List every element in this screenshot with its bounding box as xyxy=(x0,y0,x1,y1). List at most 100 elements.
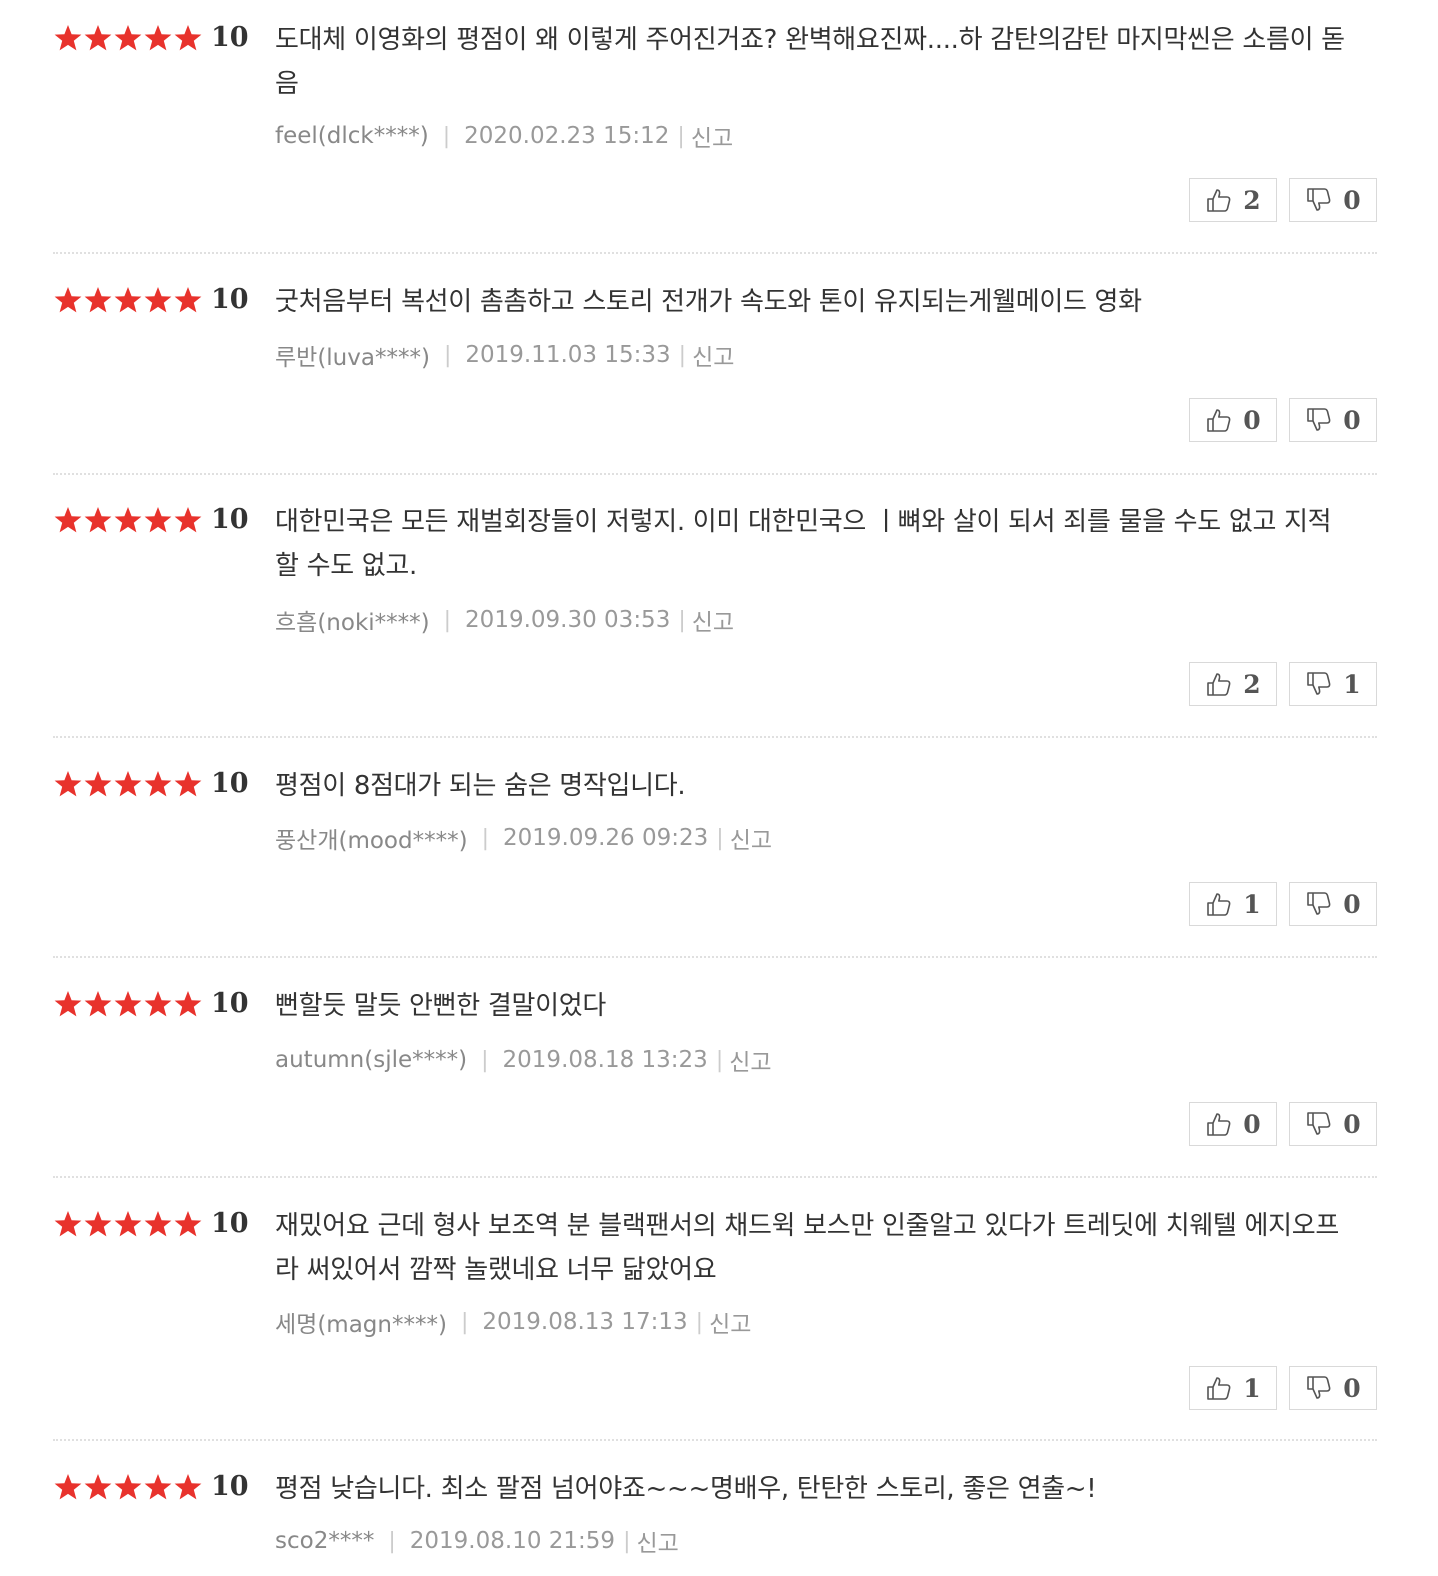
like-button[interactable]: 0 xyxy=(1189,398,1277,442)
review-author: 세명(magn****) xyxy=(275,1312,447,1338)
thumbs-down-icon xyxy=(1305,186,1333,214)
thumbs-up-icon xyxy=(1205,890,1233,918)
star-icon xyxy=(83,989,113,1019)
meta-separator: | xyxy=(695,1309,704,1335)
meta-separator: | xyxy=(677,123,685,149)
report-link[interactable]: 신고 xyxy=(636,1524,678,1558)
review-item: 10 도대체 이영화의 평점이 왜 이렇게 주어진거죠? 완벽해요진짜....하… xyxy=(53,18,1377,248)
thumbs-down-icon xyxy=(1305,890,1333,918)
star-icon xyxy=(53,1209,83,1239)
star-icon xyxy=(53,989,83,1019)
dislike-button[interactable]: 0 xyxy=(1289,398,1377,442)
star-rating xyxy=(53,1209,203,1239)
meta-separator: | xyxy=(443,607,452,633)
review-item: 10 평점 낮습니다. 최소 팔점 넘어야죠~~~명배우, 탄탄한 스토리, 좋… xyxy=(53,1467,1377,1576)
vote-group: 1 0 xyxy=(1189,882,1377,926)
vote-group: 2 0 xyxy=(1189,178,1377,222)
review-item: 10 뻔할듯 말듯 안뻔한 결말이었다 autumn(sjle****) | 2… xyxy=(53,984,1377,1154)
star-icon xyxy=(173,505,203,535)
dislike-button[interactable]: 1 xyxy=(1289,662,1377,706)
review-author: autumn(sjle****) xyxy=(275,1047,468,1073)
rating: 10 xyxy=(53,500,249,540)
report-link[interactable]: 신고 xyxy=(709,1305,751,1339)
meta-separator: | xyxy=(623,1528,631,1554)
thumbs-up-icon xyxy=(1205,186,1233,214)
rating: 10 xyxy=(53,984,249,1024)
rating: 10 xyxy=(53,18,249,58)
meta-separator: | xyxy=(388,1528,396,1554)
report-link[interactable]: 신고 xyxy=(692,338,734,372)
dislike-count: 1 xyxy=(1343,669,1361,699)
report-link[interactable]: 신고 xyxy=(691,119,733,153)
star-icon xyxy=(173,769,203,799)
report-link[interactable]: 신고 xyxy=(730,821,772,855)
review-author: 루반(luva****) xyxy=(275,345,430,371)
dislike-count: 0 xyxy=(1343,405,1361,435)
star-icon xyxy=(83,1472,113,1502)
dislike-button[interactable]: 0 xyxy=(1289,178,1377,222)
star-rating xyxy=(53,989,203,1019)
rating-score: 10 xyxy=(211,504,249,535)
dislike-button[interactable]: 0 xyxy=(1289,1366,1377,1410)
like-count: 2 xyxy=(1243,185,1261,215)
thumbs-down-icon xyxy=(1305,406,1333,434)
star-icon xyxy=(113,769,143,799)
review-author: 풍산개(mood****) xyxy=(275,828,468,854)
review-author: feel(dlck****) xyxy=(275,123,429,149)
like-count: 1 xyxy=(1243,1373,1261,1403)
report-link[interactable]: 신고 xyxy=(729,1043,771,1077)
star-icon xyxy=(83,23,113,53)
thumbs-up-icon xyxy=(1205,670,1233,698)
star-icon xyxy=(83,505,113,535)
like-button[interactable]: 0 xyxy=(1189,1102,1277,1146)
star-icon xyxy=(143,505,173,535)
star-icon xyxy=(113,1209,143,1239)
rating-score: 10 xyxy=(211,1471,249,1502)
review-text: 평점 낮습니다. 최소 팔점 넘어야죠~~~명배우, 탄탄한 스토리, 좋은 연… xyxy=(275,1474,1097,1504)
star-icon xyxy=(173,1472,203,1502)
star-rating xyxy=(53,23,203,53)
star-icon xyxy=(83,285,113,315)
star-icon xyxy=(113,285,143,315)
divider xyxy=(53,956,1377,958)
dislike-button[interactable]: 0 xyxy=(1289,1102,1377,1146)
review-date: 2019.08.10 21:59 xyxy=(409,1528,616,1554)
like-count: 2 xyxy=(1243,669,1261,699)
review-author: 흐흠(noki****) xyxy=(275,610,430,636)
rating: 10 xyxy=(53,280,249,320)
meta-separator: | xyxy=(442,123,451,149)
rating-score: 10 xyxy=(211,1208,249,1239)
star-icon xyxy=(143,1472,173,1502)
review-meta: autumn(sjle****) | 2019.08.18 13:23 | 신고 xyxy=(275,1042,772,1078)
like-button[interactable]: 1 xyxy=(1189,1366,1277,1410)
rating: 10 xyxy=(53,1204,249,1244)
star-icon xyxy=(143,285,173,315)
thumbs-down-icon xyxy=(1305,1374,1333,1402)
star-icon xyxy=(143,989,173,1019)
meta-separator: | xyxy=(716,825,724,851)
review-meta: 루반(luva****) | 2019.11.03 15:33 | 신고 xyxy=(275,337,734,373)
meta-separator: | xyxy=(460,1309,469,1335)
divider xyxy=(53,736,1377,738)
star-icon xyxy=(53,505,83,535)
dislike-button[interactable]: 0 xyxy=(1289,882,1377,926)
star-icon xyxy=(173,23,203,53)
review-text: 평점이 8점대가 되는 숨은 명작입니다. xyxy=(275,771,686,801)
star-icon xyxy=(113,1472,143,1502)
like-button[interactable]: 2 xyxy=(1189,662,1277,706)
star-icon xyxy=(53,23,83,53)
dislike-count: 0 xyxy=(1343,185,1361,215)
like-button[interactable]: 2 xyxy=(1189,178,1277,222)
thumbs-up-icon xyxy=(1205,1110,1233,1138)
star-rating xyxy=(53,285,203,315)
star-icon xyxy=(53,769,83,799)
report-link[interactable]: 신고 xyxy=(692,603,734,637)
review-text: 대한민국은 모든 재벌회장들이 저렇지. 이미 대한민국으 ㅣ뼈와 살이 되서 … xyxy=(275,507,1332,581)
meta-separator: | xyxy=(443,342,452,368)
review-text: 재밌어요 근데 형사 보조역 분 블랙팬서의 채드윅 보스만 인줄알고 있다가 … xyxy=(275,1211,1339,1285)
like-button[interactable]: 1 xyxy=(1189,882,1277,926)
star-icon xyxy=(143,1209,173,1239)
review-date: 2019.11.03 15:33 xyxy=(465,342,671,368)
divider xyxy=(53,252,1377,254)
vote-group: 1 0 xyxy=(1189,1366,1377,1410)
